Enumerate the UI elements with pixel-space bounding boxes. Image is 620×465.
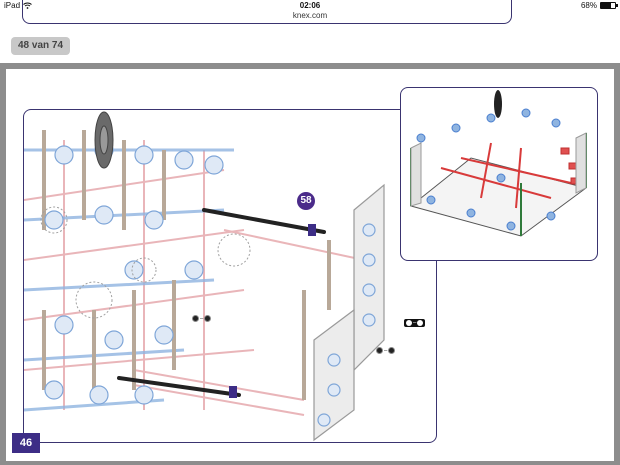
blue-rods	[24, 148, 234, 412]
previous-page-frame	[22, 0, 512, 24]
part-icon	[406, 320, 412, 326]
pdf-viewer[interactable]: 58 – – – 46	[0, 63, 620, 465]
completed-model-illustration	[409, 90, 588, 237]
part-count-label: –	[200, 315, 204, 322]
battery-percent: 68%	[580, 1, 597, 10]
part-count-label: –	[413, 320, 417, 326]
instruction-page[interactable]: 58 – – – 46	[6, 69, 614, 461]
part-icon	[388, 347, 396, 354]
assembly-illustration	[24, 111, 385, 442]
battery-icon	[600, 2, 618, 9]
tire	[94, 111, 114, 169]
status-right: 68%	[580, 1, 618, 10]
part-icon	[417, 320, 424, 326]
part-count-label: –	[384, 347, 388, 354]
main-illustration-frame	[23, 109, 437, 443]
battery-level	[601, 3, 611, 8]
part-count-inset: –	[404, 319, 426, 327]
inset-model-frame	[400, 87, 598, 261]
part-count-2: –	[376, 347, 396, 354]
part-icon	[192, 315, 199, 322]
part-count-1: –	[192, 315, 212, 322]
step-number-badge: 58	[297, 192, 315, 210]
page-indicator: 48 van 74	[11, 37, 71, 55]
part-icon	[376, 347, 383, 354]
right-wall	[313, 183, 385, 442]
part-icon	[204, 315, 212, 322]
inset-tire	[494, 90, 502, 118]
page-number: 46	[12, 433, 40, 453]
